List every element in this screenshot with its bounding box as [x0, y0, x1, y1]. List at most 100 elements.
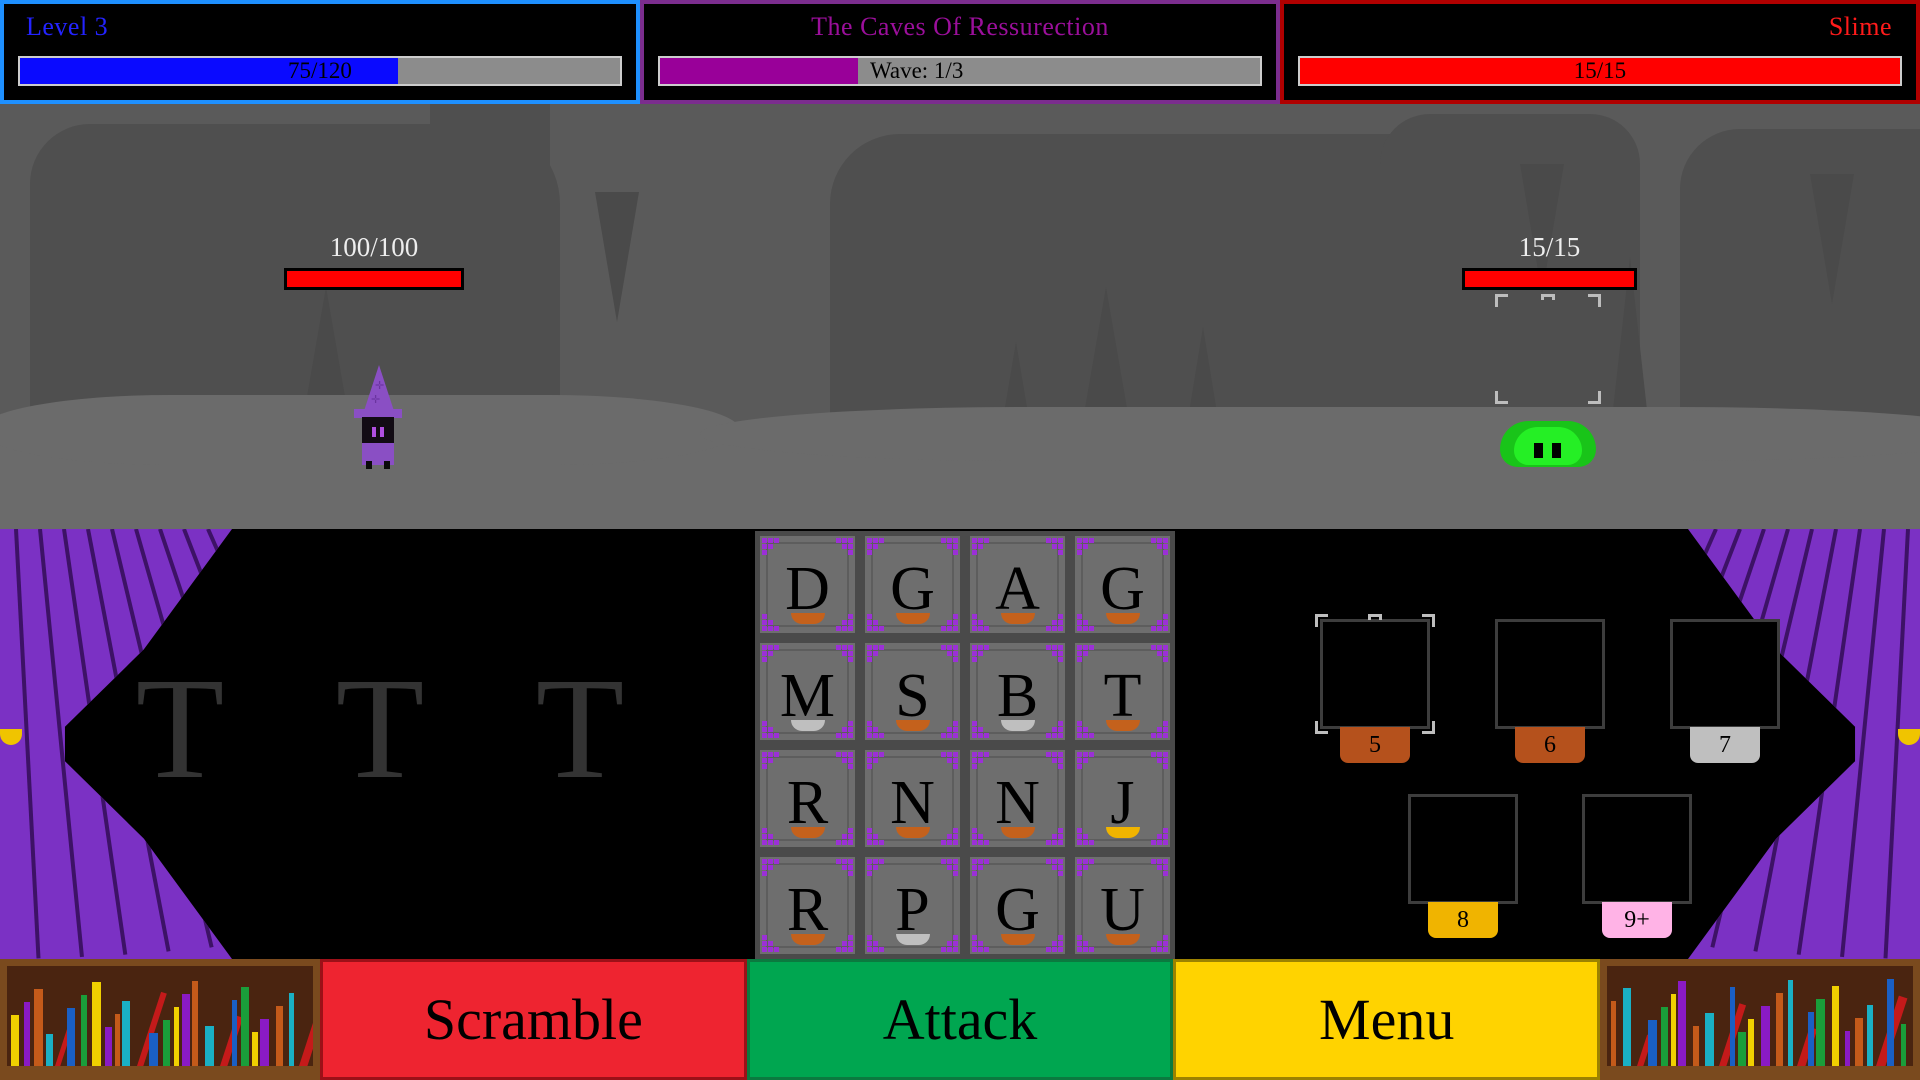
- slime-highlight: [1514, 427, 1582, 465]
- letter-tile[interactable]: B: [965, 638, 1070, 745]
- letter-tile[interactable]: N: [965, 745, 1070, 852]
- player-xp-text: 75/120: [288, 58, 352, 83]
- reward-slot[interactable]: 7: [1670, 619, 1780, 763]
- letter-tile-grid[interactable]: DGAGMSBTRNNJRPGU: [755, 531, 1175, 959]
- book-icon: [1887, 979, 1895, 1066]
- reward-slot[interactable]: 8: [1408, 794, 1518, 938]
- player-hp-bar: [284, 268, 464, 290]
- tile-rarity-mark-icon: [790, 720, 825, 731]
- book-icon: [34, 989, 43, 1066]
- action-bar: Scramble Attack Menu: [0, 959, 1920, 1080]
- tile-rarity-mark-icon: [1105, 720, 1140, 731]
- stage-area: TTT DGAGMSBTRNNJRPGU 5 6 7 8 9+: [0, 529, 1920, 959]
- book-icon: [241, 987, 249, 1066]
- letter-tile[interactable]: D: [755, 531, 860, 638]
- cave-rock: [1680, 129, 1920, 429]
- book-icon: [299, 984, 313, 1066]
- book-icon: [105, 1027, 112, 1066]
- letter-tile[interactable]: N: [860, 745, 965, 852]
- selector-corner-icon: [1495, 294, 1508, 307]
- wizard-leg: [366, 461, 372, 469]
- reward-slots: 5 6 7 8 9+: [1315, 614, 1800, 938]
- tile-rarity-mark-icon: [1000, 934, 1035, 945]
- word-slot-letter[interactable]: T: [136, 656, 225, 802]
- enemy-hp-value: 15/15: [1518, 232, 1581, 262]
- stalactite: [1810, 174, 1854, 304]
- letter-tile[interactable]: T: [1070, 638, 1175, 745]
- book-icon: [11, 1015, 19, 1066]
- selector-corner-icon: [1368, 614, 1382, 620]
- book-icon: [1693, 1026, 1700, 1066]
- enemy-status-panel: Slime 15/15: [1280, 0, 1920, 104]
- book-icon: [92, 982, 101, 1066]
- wizard-sprite[interactable]: ✛ ✛: [350, 365, 406, 469]
- menu-button[interactable]: Menu: [1173, 959, 1601, 1080]
- book-icon: [289, 993, 294, 1066]
- game-screen: Level 3 75/120 The Caves Of Ressurection…: [0, 0, 1920, 1080]
- word-slot-letter[interactable]: T: [336, 656, 425, 802]
- slime-eye: [1552, 443, 1561, 458]
- wave-progress-bar: Wave: 1/3: [658, 56, 1262, 86]
- book-icon: [1901, 1024, 1907, 1066]
- letter-tile[interactable]: P: [860, 852, 965, 959]
- tile-rarity-mark-icon: [895, 720, 930, 731]
- enemy-scene-health: 15/15: [1462, 232, 1637, 290]
- book-icon: [1678, 981, 1687, 1066]
- letter-tile[interactable]: R: [755, 745, 860, 852]
- player-hp-value: 100/100: [329, 232, 419, 262]
- slime-sprite[interactable]: [1500, 413, 1596, 467]
- letter-tile[interactable]: U: [1070, 852, 1175, 959]
- letter-tile[interactable]: A: [965, 531, 1070, 638]
- letter-tile[interactable]: R: [755, 852, 860, 959]
- letter-tile[interactable]: J: [1070, 745, 1175, 852]
- tile-rarity-mark-icon: [1000, 827, 1035, 838]
- enemy-hp-bar: 15/15: [1298, 56, 1902, 86]
- book-icon: [1661, 1007, 1669, 1066]
- letter-tile[interactable]: M: [755, 638, 860, 745]
- book-icon: [67, 1008, 75, 1066]
- book-icon: [149, 1033, 158, 1066]
- book-icon: [1867, 1005, 1874, 1066]
- reward-slot-badge: 9+: [1602, 902, 1672, 938]
- cave-rock: [830, 134, 1470, 424]
- curtain-fold: [14, 529, 41, 959]
- book-icon: [1748, 1019, 1755, 1066]
- book-icon: [1611, 1001, 1617, 1066]
- player-xp-bar: 75/120: [18, 56, 622, 86]
- player-hp-fill: [287, 271, 461, 287]
- selector-corner-icon: [1315, 614, 1328, 627]
- book-icon: [276, 1006, 283, 1066]
- letter-tile[interactable]: G: [1070, 531, 1175, 638]
- letter-tile[interactable]: G: [965, 852, 1070, 959]
- book-icon: [163, 1020, 170, 1066]
- scramble-button[interactable]: Scramble: [320, 959, 747, 1080]
- selector-corner-icon: [1422, 721, 1435, 734]
- bookshelf-books: [7, 966, 313, 1066]
- enemy-target-selector[interactable]: [1495, 294, 1601, 404]
- book-icon: [1761, 1006, 1771, 1066]
- reward-slot-box: [1495, 619, 1605, 729]
- reward-slot[interactable]: 6: [1495, 619, 1605, 763]
- tile-rarity-mark-icon: [1105, 827, 1140, 838]
- player-status-panel: Level 3 75/120: [0, 0, 640, 104]
- selector-top-tick-icon: [1541, 294, 1555, 300]
- selector-corner-icon: [1588, 294, 1601, 307]
- reward-slot[interactable]: 9+: [1582, 794, 1692, 938]
- book-icon: [1816, 999, 1826, 1066]
- stage-status-panel: The Caves Of Ressurection Wave: 1/3: [640, 0, 1280, 104]
- attack-button[interactable]: Attack: [746, 959, 1174, 1080]
- book-icon: [1776, 993, 1784, 1066]
- reward-slot[interactable]: 5: [1315, 614, 1435, 763]
- selector-corner-icon: [1495, 391, 1508, 404]
- letter-tile[interactable]: G: [860, 531, 965, 638]
- wave-text: Wave: 1/3: [870, 58, 964, 83]
- word-slot-letter[interactable]: T: [536, 656, 625, 802]
- book-icon: [1705, 1013, 1715, 1066]
- curtain-fold: [1796, 529, 1862, 955]
- selector-corner-icon: [1588, 391, 1601, 404]
- letter-tile[interactable]: S: [860, 638, 965, 745]
- book-icon: [174, 1007, 179, 1066]
- word-input-slots[interactable]: TTT: [80, 649, 680, 809]
- book-icon: [205, 1026, 214, 1066]
- book-icon: [252, 1032, 258, 1066]
